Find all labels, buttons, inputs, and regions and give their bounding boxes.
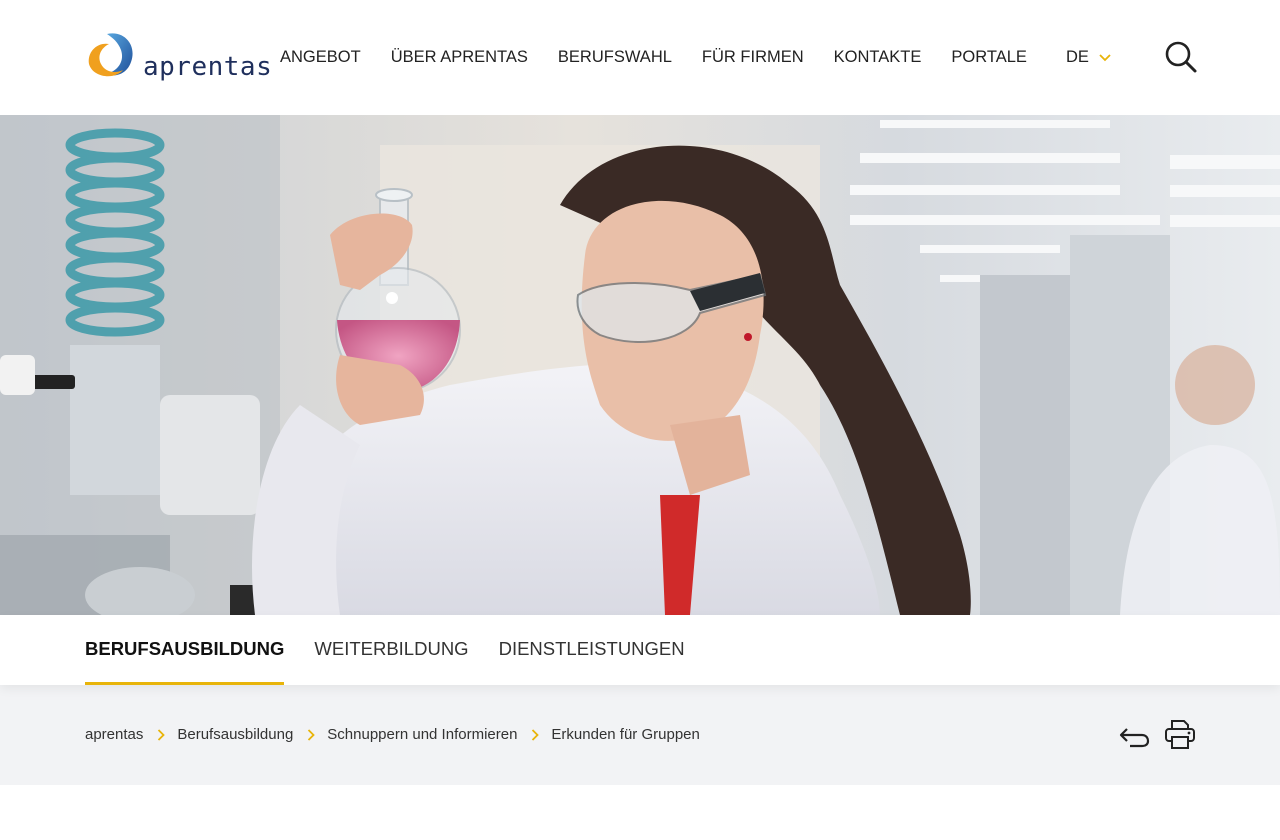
tab-berufsausbildung[interactable]: BERUFSAUSBILDUNG <box>85 615 285 685</box>
aprentas-logo[interactable]: aprentas <box>85 30 272 86</box>
hero-image <box>0 115 1280 615</box>
nav-item-fuer-firmen[interactable]: FÜR FIRMEN <box>687 44 819 70</box>
section-tabs: BERUFSAUSBILDUNG WEITERBILDUNG DIENSTLEI… <box>0 615 1280 685</box>
chevron-right-icon <box>531 729 540 741</box>
search-icon <box>1165 41 1197 73</box>
breadcrumb: aprentas Berufsausbildung Schnuppern und… <box>85 723 700 747</box>
site-header: aprentas ANGEBOT ÜBER APRENTAS BERUFSWAH… <box>0 0 1280 115</box>
nav-item-kontakte[interactable]: KONTAKTE <box>819 44 937 70</box>
printer-icon <box>1165 720 1195 749</box>
breadcrumb-item-aprentas[interactable]: aprentas <box>85 723 143 747</box>
chevron-right-icon <box>307 729 316 741</box>
nav-item-ueber-aprentas[interactable]: ÜBER APRENTAS <box>376 44 543 70</box>
aprentas-logo-mark <box>88 33 133 77</box>
breadcrumb-item-current: Erkunden für Gruppen <box>551 726 700 743</box>
language-selector[interactable]: DE <box>1066 44 1111 70</box>
breadcrumb-item-schnuppern[interactable]: Schnuppern und Informieren <box>327 723 517 747</box>
tab-weiterbildung[interactable]: WEITERBILDUNG <box>314 615 468 685</box>
nav-item-angebot[interactable]: ANGEBOT <box>265 44 376 70</box>
language-label: DE <box>1066 48 1089 66</box>
main-navigation: ANGEBOT ÜBER APRENTAS BERUFSWAHL FÜR FIR… <box>265 44 1042 70</box>
breadcrumb-bar: aprentas Berufsausbildung Schnuppern und… <box>0 685 1280 785</box>
chevron-right-icon <box>157 729 166 741</box>
lab-photo <box>0 115 1280 615</box>
back-arrow-icon <box>1119 728 1150 748</box>
logo-wordmark: aprentas <box>143 52 273 82</box>
nav-item-portale[interactable]: PORTALE <box>936 44 1042 70</box>
back-button[interactable] <box>1118 721 1152 749</box>
tab-dienstleistungen[interactable]: DIENSTLEISTUNGEN <box>499 615 685 685</box>
breadcrumb-item-berufsausbildung[interactable]: Berufsausbildung <box>177 723 293 747</box>
search-button[interactable] <box>1164 40 1198 74</box>
chevron-down-icon <box>1099 54 1111 62</box>
nav-item-berufswahl[interactable]: BERUFSWAHL <box>543 44 687 70</box>
print-button[interactable] <box>1164 718 1196 750</box>
